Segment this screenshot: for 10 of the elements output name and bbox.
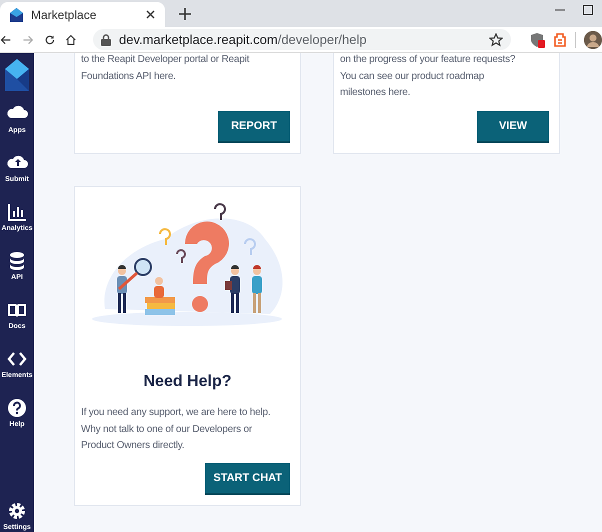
card-description: If you need any support, we are here to help. Why not talk to one of our Developers or Product Owners directly.: [81, 406, 272, 453]
tab-title: Marketplace: [31, 8, 98, 22]
action-button[interactable]: VIEW: [477, 111, 549, 143]
card-description: to the Reapit Developer portal or Reapit Foundations API here.: [81, 53, 250, 84]
card-title: Need Help?: [142, 373, 232, 391]
action-button[interactable]: REPORT: [218, 111, 290, 143]
browser-tab[interactable]: Marketplace: [0, 2, 165, 27]
card-description: on the progress of your feature requests? You can see our product roadmap milestones here.: [340, 53, 516, 100]
action-button[interactable]: START CHAT: [205, 463, 290, 495]
address-bar[interactable]: dev.marketplace.reapit.com/developer/help: [93, 29, 511, 50]
